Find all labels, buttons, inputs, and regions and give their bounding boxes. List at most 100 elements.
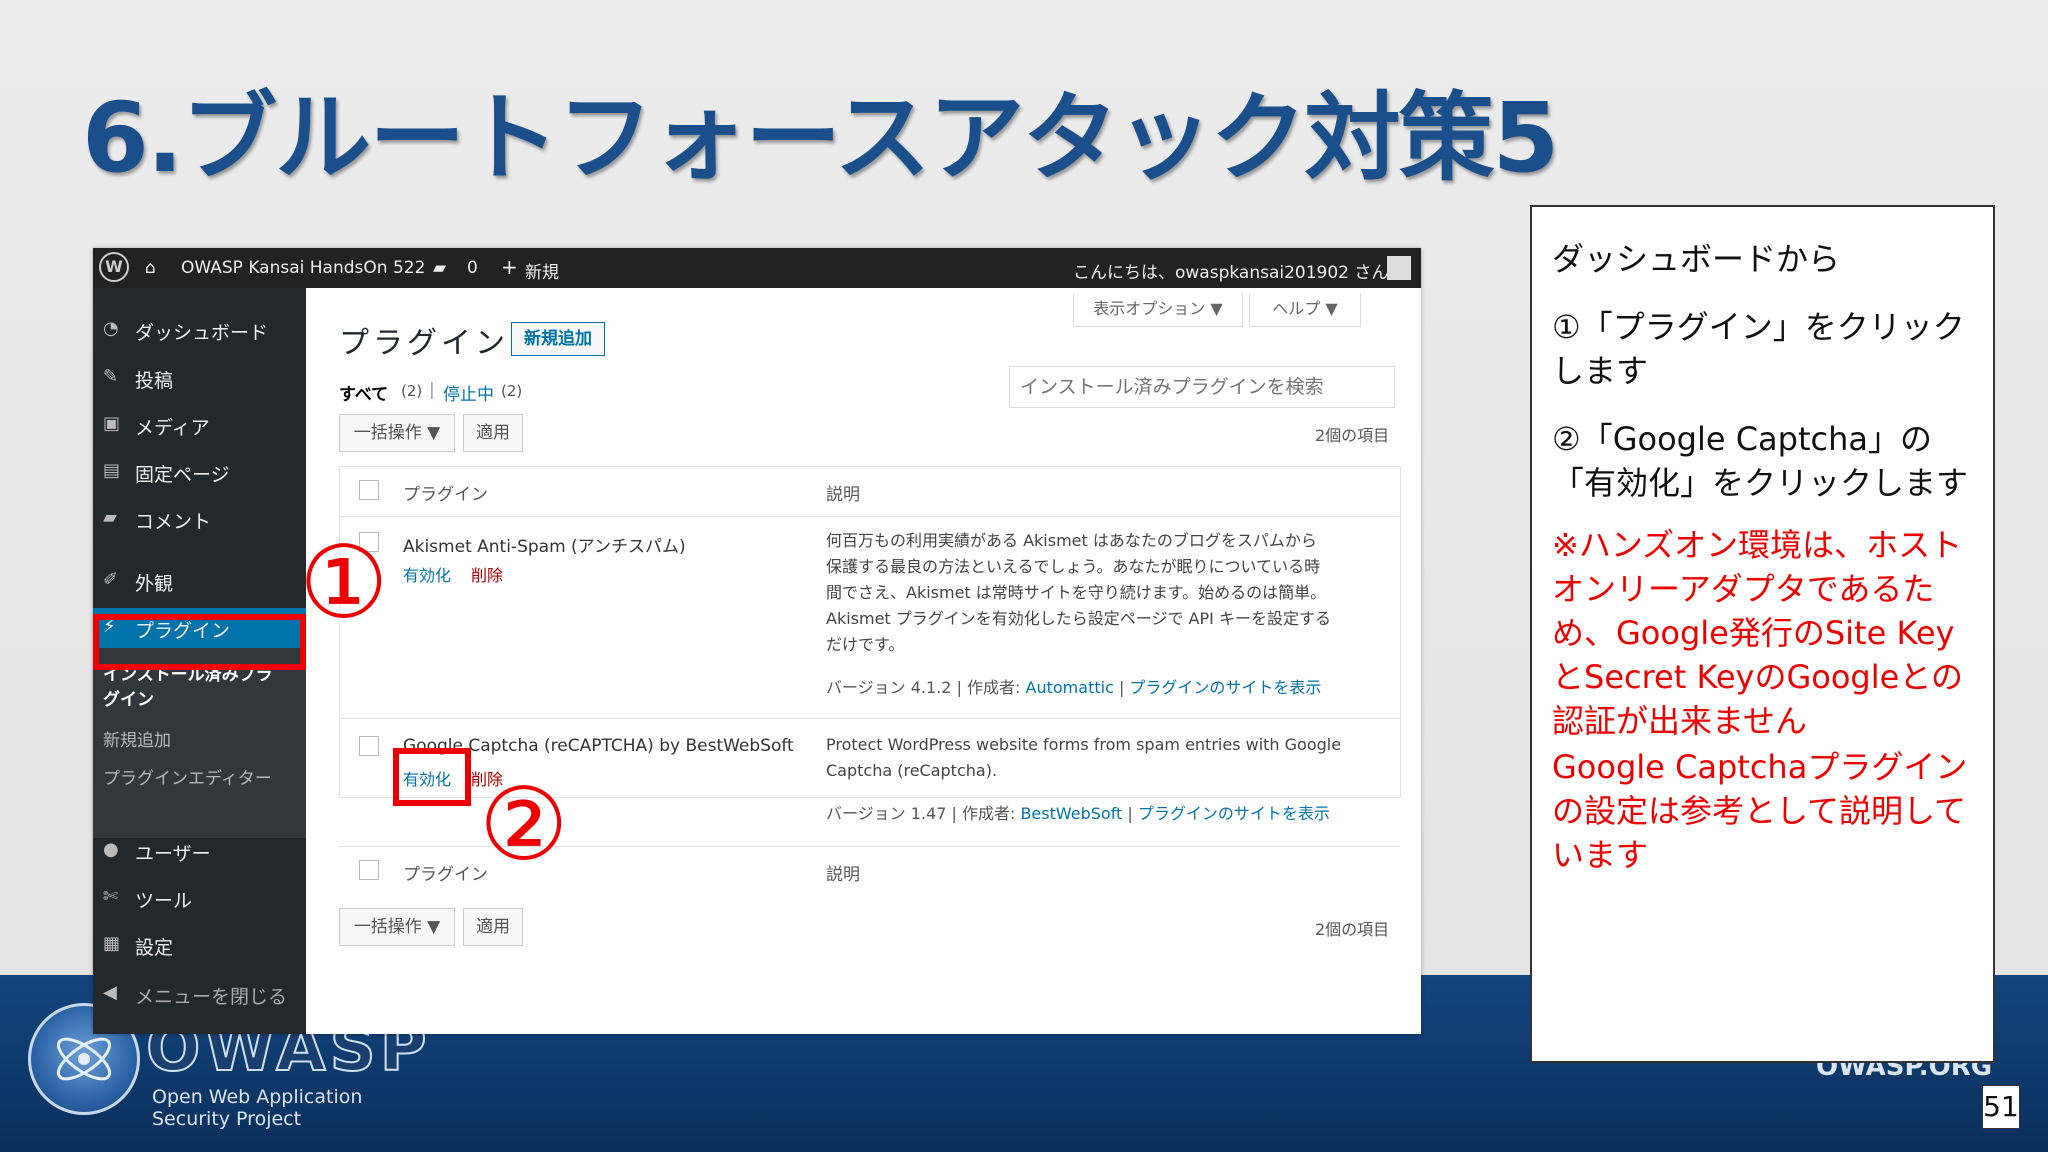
highlight-plugins-menu [93,614,306,670]
item-count-top: 2個の項目 [1315,426,1390,445]
page-title: プラグイン [339,326,509,361]
column-footer-plugin[interactable]: プラグイン [403,860,488,885]
apply-button-bottom[interactable]: 適用 [463,908,523,946]
activate-link[interactable]: 有効化 [403,562,451,586]
bulk-action-select-bottom[interactable]: 一括操作 ▼ [339,908,455,946]
user-icon: ● [103,839,119,860]
sidebar-item-label: 固定ページ [135,464,230,486]
annotation-step-2: ② [479,766,569,883]
filter-inactive-count: (2) [501,382,523,400]
plugins-submenu: インストール済みプラ グイン 新規追加 プラグインエディター [93,648,306,838]
screen-options-button[interactable]: 表示オプション ▼ [1073,293,1243,327]
description-line: Akismet プラグインを有効化したら設定ページで API キーを設定する [826,609,1331,628]
sidebar-item-posts[interactable]: ✎ 投稿 [93,358,306,398]
sidebar-item-label: 外観 [135,573,174,595]
plus-icon[interactable]: + [501,255,518,279]
avatar[interactable] [1387,256,1411,280]
note-intro: ダッシュボードから [1552,240,1841,278]
column-header-description: 説明 [826,485,860,505]
apply-button-top[interactable]: 適用 [463,414,523,452]
plugin-version: バージョン 4.1.2 | 作成者: [826,678,1026,697]
sidebar-item-label: ユーザー [135,843,211,865]
slide-title: 6.ブルートフォースアタック対策5 [82,82,1559,194]
sidebar-item-label: 投稿 [135,370,174,392]
pin-icon: ✎ [103,366,119,387]
sidebar-item-label: コメント [135,511,212,533]
sidebar-item-media[interactable]: ▣ メディア [93,405,306,445]
submenu-add-new[interactable]: 新規追加 [103,726,171,751]
column-footer-description: 説明 [826,865,860,885]
wordpress-admin-screenshot: W ⌂ OWASP Kansai HandsOn 522 ▰ 0 + 新規 こん… [93,248,1421,1034]
highlight-activate-link [393,748,471,806]
plugin-description: Protect WordPress website forms from spa… [826,732,1386,784]
plugin-site-link[interactable]: プラグインのサイトを表示 [1138,804,1330,823]
sidebar-item-pages[interactable]: ▤ 固定ページ [93,452,306,492]
filter-inactive-link[interactable]: 停止中 [443,380,494,405]
collapse-icon: ◀ [103,982,117,1003]
sidebar-collapse-menu[interactable]: ◀ メニューを閉じる [93,974,306,1014]
table-divider [339,718,1399,719]
description-line: だけです。 [826,635,905,654]
dashboard-icon: ◔ [103,318,119,339]
sidebar-item-appearance[interactable]: ✐ 外観 [93,561,306,601]
sidebar-item-label: ダッシュボード [135,322,269,344]
plugin-meta: バージョン 1.47 | 作成者: BestWebSoft | プラグインのサイ… [826,804,1330,823]
plugin-name: Akismet Anti-Spam (アンチスパム) [403,537,686,557]
filter-separator: | [429,380,435,400]
admin-bar: W ⌂ OWASP Kansai HandsOn 522 ▰ 0 + 新規 こん… [93,248,1421,288]
select-all-checkbox[interactable] [359,480,379,500]
help-button[interactable]: ヘルプ ▼ [1249,293,1361,327]
wrench-icon: ✄ [103,886,119,907]
sidebar-item-users[interactable]: ● ユーザー [93,831,306,871]
user-greeting[interactable]: こんにちは、owaspkansai201902 さん [1073,258,1388,283]
sidebar-item-label: 設定 [135,937,174,959]
add-new-plugin-button[interactable]: 新規追加 [511,322,605,356]
author-link[interactable]: BestWebSoft [1020,804,1122,823]
select-all-checkbox-bottom[interactable] [359,860,379,880]
sidebar-item-dashboard[interactable]: ◔ ダッシュボード [93,310,306,350]
plugin-site-link[interactable]: プラグインのサイトを表示 [1129,678,1321,697]
note-warning: ※ハンズオン環境は、ホストオンリーアダプタであるため、Google発行のSite… [1552,526,1963,740]
note-step-2: ②「Google Captcha」の「有効化」をクリックします [1552,420,1969,502]
comment-icon: ▰ [103,507,117,528]
comments-count[interactable]: 0 [467,258,478,278]
owasp-tagline-line2: Security Project [152,1108,302,1130]
submenu-plugin-editor[interactable]: プラグインエディター [103,764,272,789]
site-name-link[interactable]: OWASP Kansai HandsOn 522 [181,258,425,278]
sidebar-item-comments[interactable]: ▰ コメント [93,499,306,539]
sidebar-item-tools[interactable]: ✄ ツール [93,878,306,918]
wordpress-logo-icon[interactable]: W [99,252,129,282]
page-number: 51 [1982,1085,2020,1129]
description-line: 間でさえ、Akismet は常時サイトを守り続けます。始めるのは簡単。 [826,583,1327,602]
bulk-action-select-top[interactable]: 一括操作 ▼ [339,414,455,452]
plugin-version: バージョン 1.47 | 作成者: [826,804,1021,823]
media-icon: ▣ [103,413,121,434]
sidebar-item-label: メディア [135,417,210,439]
delete-link[interactable]: 削除 [471,562,503,586]
description-line: 何百万もの利用実績がある Akismet はあなたのブログをスパムから [826,531,1317,550]
author-link[interactable]: Automattic [1026,678,1114,697]
page-icon: ▤ [103,460,121,481]
brush-icon: ✐ [103,569,119,590]
home-icon[interactable]: ⌂ [145,258,156,278]
column-header-plugin[interactable]: プラグイン [403,480,488,505]
description-line: Captcha (reCaptcha). [826,761,998,780]
plugin-meta: バージョン 4.1.2 | 作成者: Automattic | プラグインのサイ… [826,678,1322,697]
plugin-checkbox[interactable] [359,736,379,756]
note-step-1: ①「プラグイン」をクリックします [1552,308,1965,390]
submenu-label-line2: グイン [103,690,154,710]
description-line: Protect WordPress website forms from spa… [826,735,1342,754]
table-divider [339,516,1399,517]
annotation-step-1: ① [299,524,389,641]
sidebar-item-label: メニューを閉じる [135,986,288,1008]
plugin-search-input[interactable] [1009,366,1395,408]
comment-icon[interactable]: ▰ [433,258,446,278]
owasp-tagline: Open Web Application Security Project [152,1086,362,1130]
sidebar-item-settings[interactable]: ▦ 設定 [93,925,306,965]
filter-all-link[interactable]: すべて [339,380,388,405]
plugin-description: 何百万もの利用実績がある Akismet はあなたのブログをスパムから 保護する… [826,528,1386,658]
owasp-tagline-line1: Open Web Application [152,1086,363,1108]
new-content-link[interactable]: 新規 [525,258,559,283]
description-line: 保護する最良の方法といえるでしょう。あなたが眠りについている時 [826,557,1321,576]
sidebar-item-label: ツール [135,890,193,912]
